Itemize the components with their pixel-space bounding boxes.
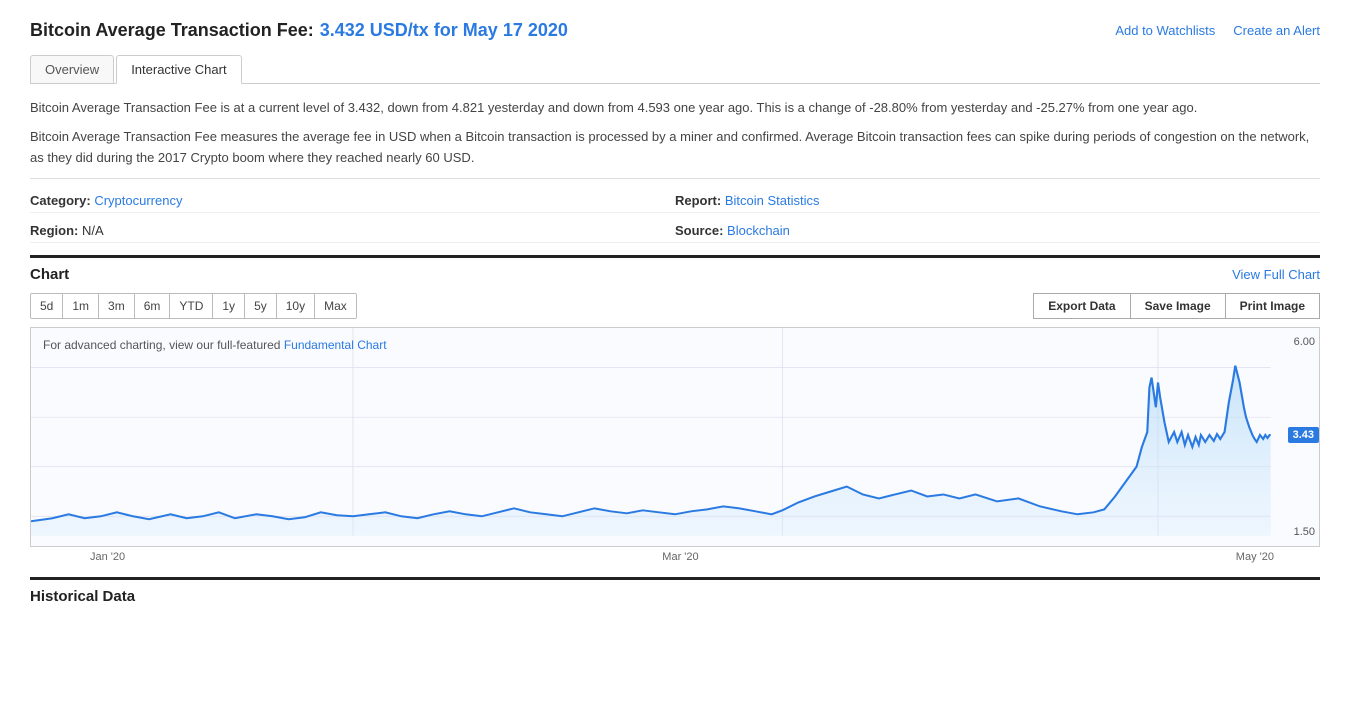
time-buttons-group: 5d 1m 3m 6m YTD 1y 5y 10y Max: [30, 293, 357, 319]
current-value-badge: 3.43: [1288, 427, 1319, 443]
time-btn-1y[interactable]: 1y: [213, 294, 245, 318]
meta-report-label: Report:: [675, 193, 721, 208]
meta-category-label: Category:: [30, 193, 91, 208]
metadata: Category: Cryptocurrency Report: Bitcoin…: [30, 178, 1320, 243]
meta-source: Source: Blockchain: [675, 219, 1320, 243]
x-label-jan: Jan '20: [90, 551, 125, 563]
time-btn-10y[interactable]: 10y: [277, 294, 315, 318]
chart-section: Chart View Full Chart 5d 1m 3m 6m YTD 1y…: [30, 255, 1320, 567]
meta-source-label: Source:: [675, 223, 723, 238]
header-links: Add to Watchlists Create an Alert: [1115, 23, 1320, 38]
x-label-may: May '20: [1236, 551, 1274, 563]
fundamental-chart-link[interactable]: Fundamental Chart: [284, 338, 387, 352]
chart-notice: For advanced charting, view our full-fea…: [43, 338, 387, 352]
page-header: Bitcoin Average Transaction Fee: 3.432 U…: [30, 20, 1320, 41]
meta-report: Report: Bitcoin Statistics: [675, 189, 1320, 213]
meta-category: Category: Cryptocurrency: [30, 189, 675, 213]
meta-source-value[interactable]: Blockchain: [727, 223, 790, 238]
description-para2: Bitcoin Average Transaction Fee measures…: [30, 127, 1320, 169]
meta-region: Region: N/A: [30, 219, 675, 243]
historical-section: Historical Data: [30, 577, 1320, 605]
view-full-chart-link[interactable]: View Full Chart: [1232, 267, 1320, 282]
tabs: Overview Interactive Chart: [30, 55, 1320, 84]
time-btn-1m[interactable]: 1m: [63, 294, 99, 318]
create-alert-link[interactable]: Create an Alert: [1233, 23, 1320, 38]
meta-category-value[interactable]: Cryptocurrency: [94, 193, 182, 208]
tab-overview[interactable]: Overview: [30, 55, 114, 83]
add-to-watchlist-link[interactable]: Add to Watchlists: [1115, 23, 1215, 38]
tab-interactive-chart[interactable]: Interactive Chart: [116, 55, 241, 84]
chart-controls: 5d 1m 3m 6m YTD 1y 5y 10y Max Export Dat…: [30, 293, 1320, 319]
action-buttons-group: Export Data Save Image Print Image: [1034, 293, 1320, 319]
time-btn-ytd[interactable]: YTD: [170, 294, 213, 318]
time-btn-5d[interactable]: 5d: [31, 294, 63, 318]
export-data-button[interactable]: Export Data: [1033, 293, 1130, 319]
page-title-label: Bitcoin Average Transaction Fee:: [30, 20, 314, 41]
meta-region-value: N/A: [82, 223, 104, 238]
time-btn-max[interactable]: Max: [315, 294, 356, 318]
y-axis: 6.00 4.50 3.43 1.50: [1273, 328, 1319, 546]
description-para1: Bitcoin Average Transaction Fee is at a …: [30, 98, 1320, 119]
y-label-low: 1.50: [1277, 526, 1315, 538]
y-label-top: 6.00: [1277, 336, 1315, 348]
time-btn-6m[interactable]: 6m: [135, 294, 171, 318]
x-label-mar: Mar '20: [662, 551, 698, 563]
time-btn-5y[interactable]: 5y: [245, 294, 277, 318]
meta-region-label: Region:: [30, 223, 78, 238]
meta-report-value[interactable]: Bitcoin Statistics: [725, 193, 820, 208]
historical-title: Historical Data: [30, 588, 135, 605]
page-title-value: 3.432 USD/tx for May 17 2020: [320, 20, 568, 41]
time-btn-3m[interactable]: 3m: [99, 294, 135, 318]
description: Bitcoin Average Transaction Fee is at a …: [30, 98, 1320, 168]
chart-area: For advanced charting, view our full-fea…: [30, 327, 1320, 547]
chart-title: Chart: [30, 266, 69, 283]
print-image-button[interactable]: Print Image: [1225, 293, 1320, 319]
x-axis: Jan '20 Mar '20 May '20: [30, 547, 1320, 567]
chart-svg: [31, 328, 1319, 546]
title-group: Bitcoin Average Transaction Fee: 3.432 U…: [30, 20, 568, 41]
chart-header: Chart View Full Chart: [30, 255, 1320, 283]
save-image-button[interactable]: Save Image: [1130, 293, 1226, 319]
